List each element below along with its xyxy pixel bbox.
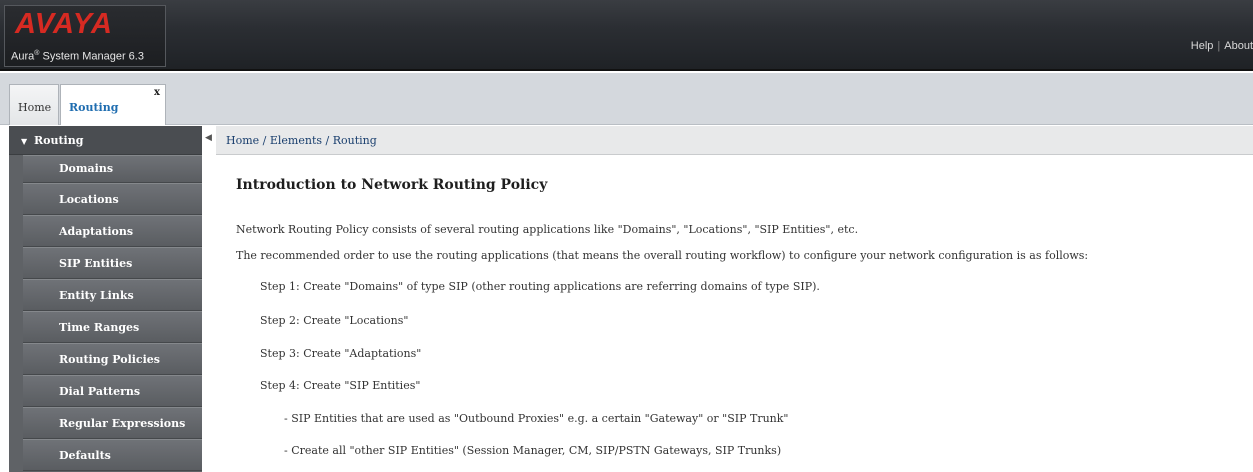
step-2-text: Step 2: Create "Locations" — [260, 314, 409, 327]
page-title: Introduction to Network Routing Policy — [236, 177, 548, 193]
sidebar-item-label: Regular Expressions — [59, 417, 186, 430]
close-tab-icon[interactable]: x — [154, 87, 160, 98]
sidebar-item-label: Domains — [59, 162, 114, 175]
sidebar-item-domains[interactable]: Domains — [23, 155, 202, 183]
sidebar-item-adaptations[interactable]: Adaptations — [23, 215, 202, 247]
avaya-logo: AVAYA — [15, 8, 113, 40]
sidebar-item-sip-entities[interactable]: SIP Entities — [23, 247, 202, 279]
sidebar-item-label: Locations — [59, 193, 119, 206]
sidebar-section-routing[interactable]: ▼ Routing — [9, 126, 202, 155]
breadcrumb: Home / Elements / Routing — [216, 126, 1253, 155]
sidebar-item-time-ranges[interactable]: Time Ranges — [23, 311, 202, 343]
sidebar-section-title: Routing — [34, 134, 84, 147]
product-logo-panel: AVAYA Aura® System Manager 6.3 — [4, 5, 166, 67]
product-name: Aura® System Manager 6.3 — [11, 50, 144, 63]
tab-home-label: Home — [18, 101, 52, 114]
triangle-down-icon: ▼ — [21, 136, 28, 146]
tab-home[interactable]: Home — [9, 84, 59, 125]
sidebar-item-routing-policies[interactable]: Routing Policies — [23, 343, 202, 375]
sidebar-item-dial-patterns[interactable]: Dial Patterns — [23, 375, 202, 407]
sidebar-item-label: Defaults — [59, 449, 111, 462]
sidebar-item-entity-links[interactable]: Entity Links — [23, 279, 202, 311]
step-3-text: Step 3: Create "Adaptations" — [260, 347, 422, 360]
sidebar-item-label: Entity Links — [59, 289, 134, 302]
workflow-text: The recommended order to use the routing… — [236, 249, 1089, 262]
sidebar: ▼ Routing Domains Locations Adaptations … — [9, 126, 202, 472]
step-4-text: Step 4: Create "SIP Entities" — [260, 379, 421, 392]
substep-1-text: - SIP Entities that are used as "Outboun… — [284, 412, 789, 425]
sidebar-item-label: Dial Patterns — [59, 385, 141, 398]
tab-routing[interactable]: Routing x — [60, 84, 166, 125]
sidebar-item-label: Routing Policies — [59, 353, 160, 366]
tab-bar: Home Routing x — [0, 73, 1253, 125]
tab-routing-label: Routing — [69, 101, 119, 114]
sidebar-item-label: SIP Entities — [59, 257, 133, 270]
app-header: AVAYA Aura® System Manager 6.3 Help | Abou… — [0, 0, 1253, 71]
intro-text: Network Routing Policy consists of sever… — [236, 223, 859, 236]
sidebar-item-label: Adaptations — [59, 225, 134, 238]
about-link[interactable]: About — [1224, 40, 1253, 52]
step-1-text: Step 1: Create "Domains" of type SIP (ot… — [260, 280, 820, 293]
collapse-sidebar-icon[interactable]: ◀ — [205, 133, 212, 143]
help-link[interactable]: Help — [1191, 40, 1214, 52]
sidebar-item-locations[interactable]: Locations — [23, 183, 202, 215]
sidebar-item-label: Time Ranges — [59, 321, 140, 334]
sidebar-item-defaults[interactable]: Defaults — [23, 439, 202, 471]
sidebar-item-regular-expressions[interactable]: Regular Expressions — [23, 407, 202, 439]
substep-2-text: - Create all "other SIP Entities" (Sessi… — [284, 444, 782, 457]
header-links: Help | About — [1190, 40, 1253, 52]
